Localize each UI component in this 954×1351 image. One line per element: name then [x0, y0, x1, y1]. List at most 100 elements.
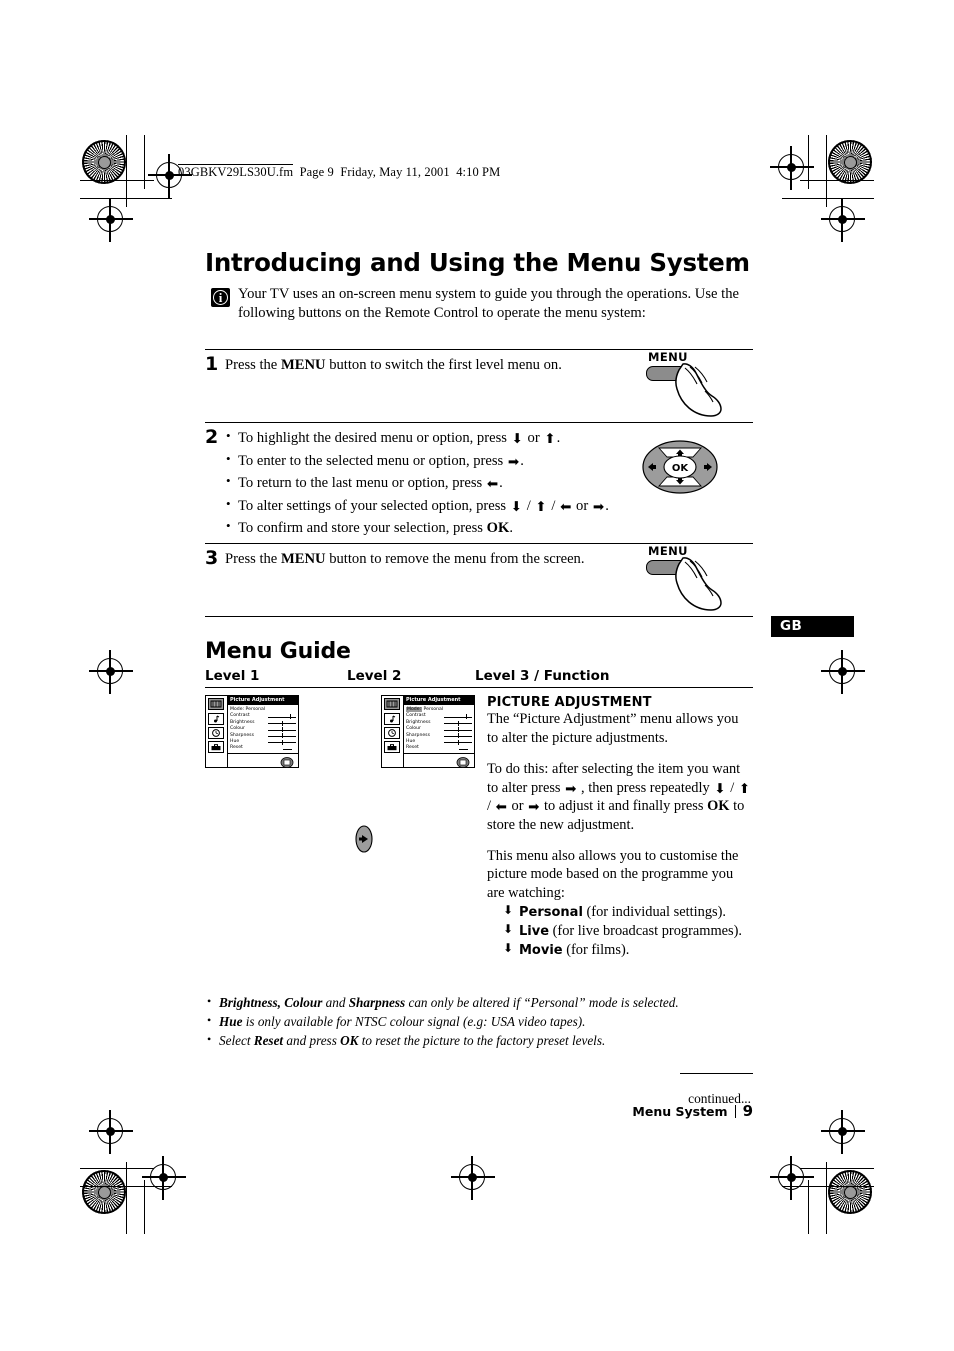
registration-rosette-top-left	[82, 140, 126, 184]
osd-slider-sharpness-2[interactable]	[444, 733, 472, 739]
file-header-page: Page 9	[299, 165, 334, 179]
osd-slider-brightness-1[interactable]	[268, 720, 296, 726]
osd-slider-contrast-1[interactable]	[268, 714, 296, 720]
crop-mark-bottom-left-h2	[80, 1186, 172, 1188]
osd-slider-sharpness-1[interactable]	[268, 733, 296, 739]
osd-row-reset-1[interactable]: Reset	[230, 745, 296, 752]
step-3-bold-menu: MENU	[280, 551, 326, 568]
mode-desc-personal: (for individual settings).	[582, 903, 727, 920]
osd-slider-colour-2[interactable]	[444, 727, 472, 733]
arrow-down-icon-mode-2: ⬇	[503, 922, 514, 937]
bullet-4-post: .	[605, 497, 609, 514]
picture-icon[interactable]	[208, 698, 224, 711]
pressing-hand-icon-3	[675, 557, 722, 612]
osd-mockup-level-1: Picture Adjustment Mode: Personal Contra…	[205, 695, 347, 768]
crop-mark-top-right-h2	[782, 198, 874, 200]
osd-slider-brightness-2[interactable]	[444, 720, 472, 726]
step-1-illustration: MENU	[641, 350, 753, 418]
arrow-down-icon-b1: ⬇	[511, 431, 523, 448]
arrow-right-icon-p2: ➡	[565, 780, 577, 797]
pressing-hand-icon-1	[675, 363, 722, 418]
footnote-3-text-0: Select	[219, 1032, 254, 1048]
level-3-cell: PICTURE ADJUSTMENT The “Picture Adjustme…	[481, 695, 753, 960]
registration-target-top-left	[89, 198, 133, 242]
arrow-up-icon-b4: ⬆	[535, 498, 547, 515]
picture-mode-list: ⬇ Personal (for individual settings). ⬇ Li…	[487, 903, 753, 960]
osd-slider-colour-1[interactable]	[268, 727, 296, 733]
svg-text:OK: OK	[672, 463, 690, 474]
level-1-cell: Picture Adjustment Mode: Personal Contra…	[205, 695, 347, 960]
osd-main-2: Picture Adjustment Mode: Personal Contra…	[403, 696, 474, 768]
osd-row-reset-2[interactable]: Reset	[406, 745, 472, 752]
crop-mark-bottom-right-h2	[782, 1186, 874, 1188]
osd-title-1: Picture Adjustment	[228, 696, 298, 706]
bullet-2-pre: To enter to the selected menu or option,…	[238, 452, 507, 469]
language-tab-gb: GB	[771, 616, 854, 637]
crop-mark-top-right-v	[826, 135, 828, 207]
file-header-time: 4:10 PM	[456, 165, 501, 179]
bullet-5-pre: To confirm and store your selection, pre…	[238, 520, 487, 537]
osd-mockup-level-2: Picture Adjustment Mode: Personal Contra…	[381, 695, 481, 768]
menu-button-art-1: MENU	[641, 350, 741, 418]
footnote-1-text-2: can only be altered if “Personal” mode i…	[405, 995, 679, 1011]
intro-block: i Your TV uses an on-screen menu system …	[211, 285, 753, 324]
arrow-down-icon-mode-3: ⬇	[503, 941, 514, 956]
footnote-1: Brightness, Colour and Sharpness can onl…	[205, 993, 753, 1013]
step-2-bullet-2: To enter to the selected menu or option,…	[225, 451, 641, 471]
osd-slider-hue-2[interactable]	[444, 739, 472, 745]
step-1-text-after: button to switch the first level menu on…	[325, 357, 562, 374]
footer-page-number: 9	[742, 1102, 753, 1120]
crop-mark-bottom-right-v2	[808, 1180, 810, 1234]
footnote-2-text: is only available for NTSC colour signal…	[242, 1014, 586, 1030]
bullet-1-post: .	[556, 430, 561, 447]
picture-icon-2[interactable]	[384, 698, 400, 711]
osd-icon-column-2	[382, 696, 403, 766]
page-footer: Menu System 9	[205, 1102, 753, 1120]
step-2-illustration: OK	[641, 423, 753, 495]
osd-pad-hint-1	[280, 755, 294, 773]
arrow-right-icon-p2b: ➡	[528, 799, 540, 816]
setup-icon[interactable]	[208, 741, 224, 754]
function-p2-part-c: to adjust it and finally press	[540, 798, 708, 815]
setup-icon-2[interactable]	[384, 741, 400, 754]
audio-icon-2[interactable]	[384, 712, 400, 725]
osd-footer-1	[228, 752, 298, 768]
mode-name-personal: Personal	[519, 904, 583, 920]
column-header-level-2: Level 2	[347, 668, 402, 685]
osd-rows-2: Mode: Personal Contrast Brightness Colou…	[404, 705, 474, 753]
audio-icon[interactable]	[208, 712, 224, 725]
osd-reset-mark-2	[444, 746, 472, 751]
osd-mode-key-2: Mode:	[406, 706, 423, 712]
osd-mode-value-1: Personal	[245, 706, 266, 712]
bullet-3-pre: To return to the last menu or option, pr…	[238, 475, 486, 492]
osd-screen-1: Picture Adjustment Mode: Personal Contra…	[205, 695, 299, 768]
step-1-bold-menu: MENU	[280, 357, 326, 374]
level-2-cell: Picture Adjustment Mode: Personal Contra…	[381, 695, 481, 960]
timer-icon[interactable]	[208, 727, 224, 740]
function-paragraph-2: To do this: after selecting the item you…	[487, 760, 751, 834]
arrow-right-icon-between-levels	[355, 825, 373, 853]
timer-icon-2[interactable]	[384, 727, 400, 740]
step-1-number: 1	[205, 353, 219, 376]
osd-slider-hue-1[interactable]	[268, 739, 296, 745]
navigation-pad-art: OK	[641, 439, 719, 495]
crop-mark-bottom-right-v	[826, 1162, 828, 1234]
crop-mark-top-left-v	[126, 135, 128, 207]
step-3-number: 3	[205, 547, 219, 570]
file-header-filename: 03GBKV29LS30U.fm	[178, 164, 294, 179]
osd-slider-contrast-2[interactable]	[444, 714, 472, 720]
step-2-bullet-4: To alter settings of your selected optio…	[225, 496, 641, 516]
arrow-down-icon-p2: ⬇	[714, 780, 726, 797]
footer-section-name: Menu System	[632, 1104, 728, 1119]
footnote-3-bold-1: Reset	[253, 1032, 284, 1048]
info-icon: i	[211, 287, 230, 307]
osd-rows-1: Mode: Personal Contrast Brightness Colou…	[228, 705, 298, 753]
step-3-text: Press the MENU button to remove the menu…	[225, 544, 641, 569]
arrow-left-icon-b3: ⬅	[486, 476, 499, 493]
intro-text: Your TV uses an on-screen menu system to…	[238, 285, 739, 322]
registration-target-bottom-center	[451, 1156, 495, 1200]
crop-mark-top-left-v2	[144, 135, 146, 189]
registration-target-left-mid	[89, 650, 133, 694]
step-2-bullet-list: To highlight the desired menu or option,…	[225, 428, 641, 538]
step-2-text: To highlight the desired menu or option,…	[225, 423, 641, 541]
